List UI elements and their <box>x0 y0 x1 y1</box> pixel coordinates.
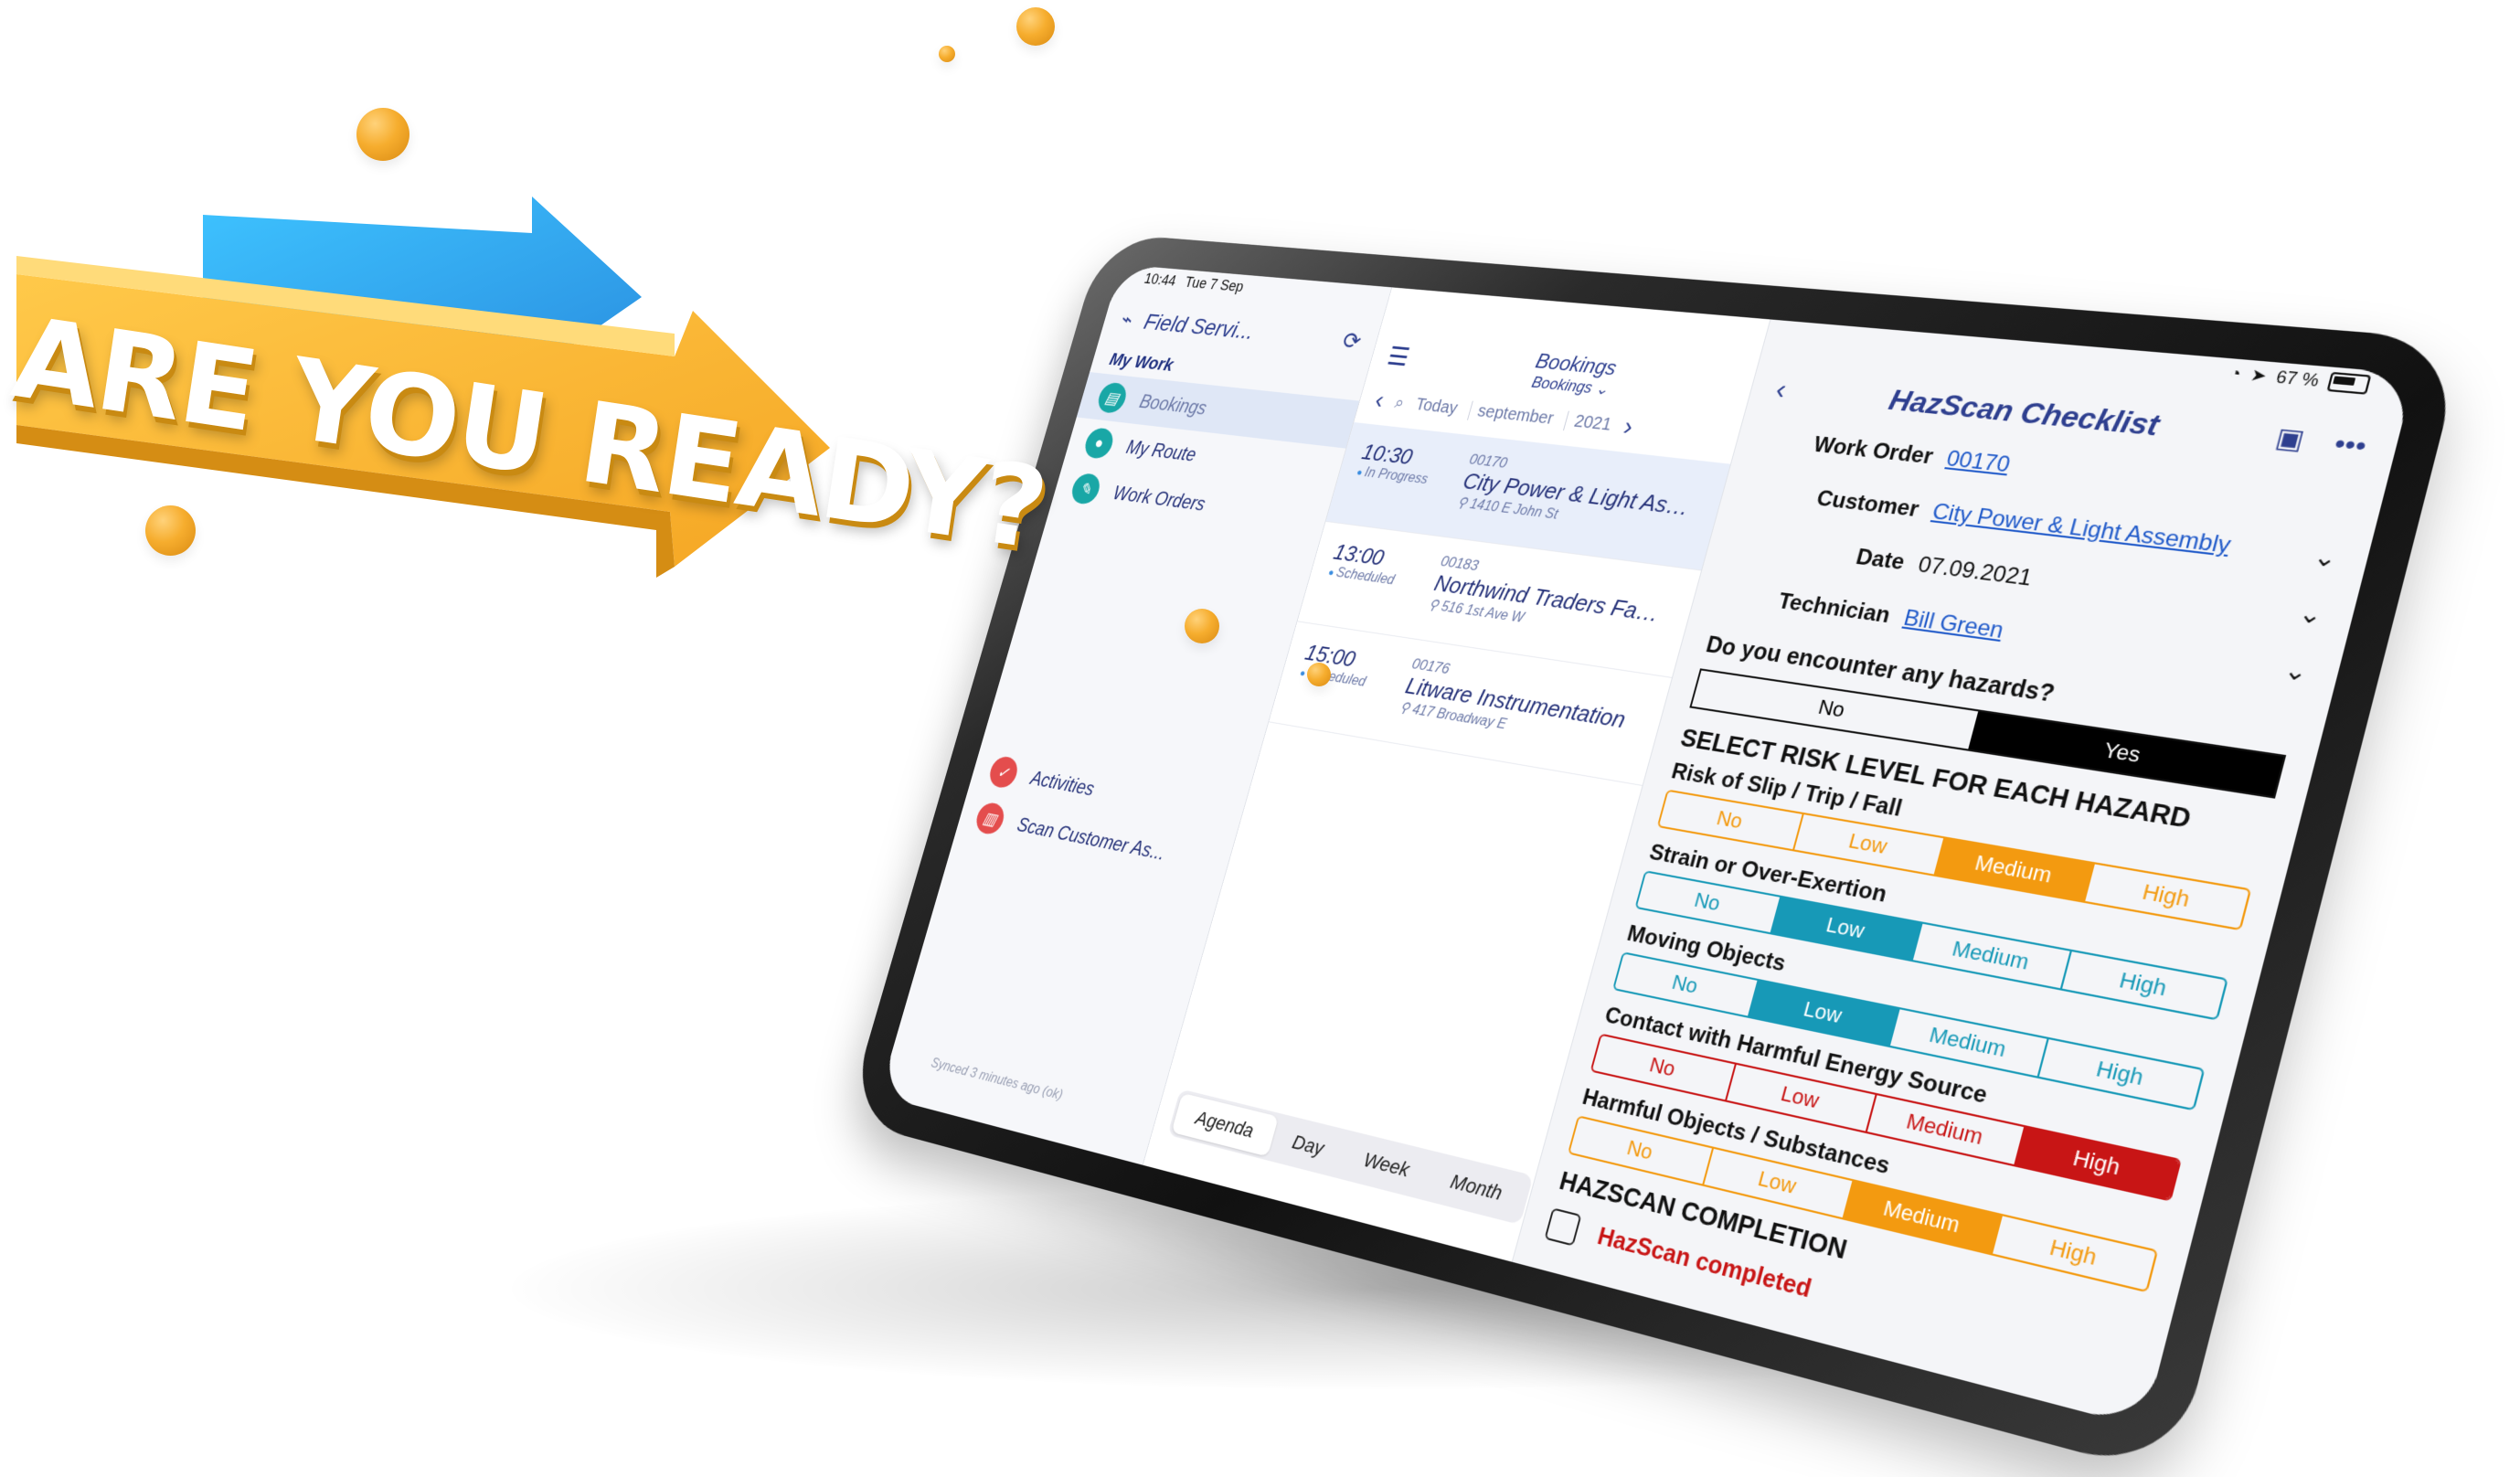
sidebar-item-label: Bookings <box>1137 390 1210 419</box>
sync-icon[interactable]: ⟳ <box>1339 326 1365 355</box>
chevron-right-icon[interactable]: › <box>1621 412 1637 442</box>
barcode-icon: ▥ <box>973 801 1008 836</box>
completion-checkbox[interactable] <box>1544 1207 1582 1247</box>
activity-icon: ✓ <box>986 754 1021 791</box>
search-icon[interactable]: ⌕ <box>1393 393 1407 413</box>
decorative-ball <box>145 505 196 556</box>
bookings-title-block: Bookings Bookings ⌄ <box>1528 350 1620 399</box>
year-label: 2021 <box>1563 410 1614 435</box>
booking-time-block: 13:00 Scheduled <box>1318 539 1430 622</box>
decorative-ball <box>939 46 955 62</box>
chevron-down-icon[interactable]: ⌄ <box>2295 597 2326 630</box>
sync-status: Synced 3 minutes ago (ok) <box>929 1056 1065 1103</box>
app-title: Field Servi... <box>1141 308 1258 344</box>
booking-time-block: 10:30 In Progress <box>1346 439 1458 520</box>
booking-info: 00183 Northwind Traders Fabri... ⚲ 516 1… <box>1423 553 1677 658</box>
battery-level: 67 % <box>2274 367 2322 390</box>
sidebar-item-label: My Route <box>1123 436 1199 465</box>
booking-info: 00176 Litware Instrumentation ⚲ 417 Broa… <box>1395 655 1649 766</box>
decorative-ball <box>1307 663 1331 686</box>
tab-day[interactable]: Day <box>1268 1117 1350 1174</box>
chevron-left-icon[interactable]: ‹ <box>1372 386 1388 414</box>
list-icon[interactable]: ☰ <box>1384 342 1413 373</box>
decorative-ball <box>1185 609 1219 643</box>
save-icon[interactable]: ▣ <box>2272 421 2308 456</box>
calendar-icon: ▤ <box>1094 381 1130 415</box>
status-time: 10:44 <box>1143 270 1178 289</box>
month-label: september <box>1466 400 1557 430</box>
status-date: Tue 7 Sep <box>1183 273 1246 295</box>
more-icon[interactable]: ••• <box>2331 428 2370 462</box>
sidebar-item-label: Work Orders <box>1111 482 1208 515</box>
field-label: Technician <box>1775 589 1894 629</box>
booking-info: 00170 City Power & Light Asse... ⚲ 1410 … <box>1452 451 1707 551</box>
sidebar-item-label: Activities <box>1028 766 1098 800</box>
wrench-icon: ✎ <box>1069 472 1103 506</box>
booking-time-block: 15:00 Scheduled <box>1290 639 1401 724</box>
chevron-down-icon[interactable]: ⌄ <box>2281 654 2312 688</box>
pin-icon: ● <box>1081 427 1117 461</box>
tab-week[interactable]: Week <box>1338 1134 1436 1196</box>
back-icon[interactable]: ‹ <box>1772 372 1791 406</box>
view-segmented-control: Agenda Day Week Month <box>1167 1089 1534 1226</box>
decorative-ball <box>356 108 409 161</box>
field-label: Work Order <box>1810 432 1936 470</box>
field-label: Date <box>1853 544 1908 576</box>
tab-month[interactable]: Month <box>1424 1155 1529 1220</box>
date-value: 07.09.2021 <box>1915 552 2036 591</box>
chevron-down-icon[interactable]: ⌄ <box>2310 541 2341 574</box>
technician-link[interactable]: Bill Green <box>1901 605 2006 644</box>
battery-icon <box>2326 371 2372 395</box>
wifi-icon: ◔ <box>2228 363 2244 383</box>
decorative-ball <box>1016 7 1055 46</box>
chevron-down-icon: ⌄ <box>1593 379 1611 398</box>
work-order-link[interactable]: 00170 <box>1943 446 2013 478</box>
offline-icon[interactable]: ⌁ <box>1118 307 1136 333</box>
today-button[interactable]: Today <box>1413 395 1461 419</box>
field-label: Customer <box>1813 485 1922 523</box>
location-icon: ➤ <box>2249 365 2270 386</box>
tab-agenda[interactable]: Agenda <box>1171 1092 1279 1157</box>
